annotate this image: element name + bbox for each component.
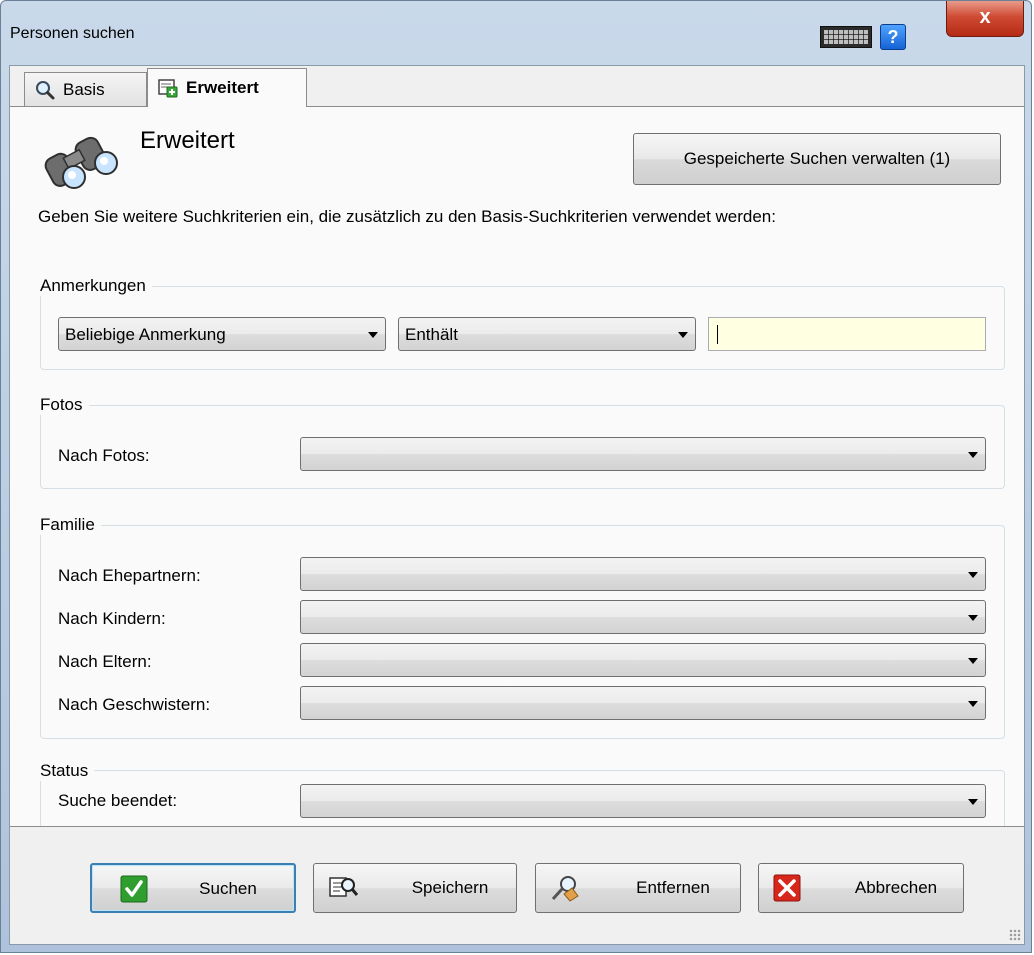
chevron-down-icon xyxy=(678,332,688,338)
tab-basis[interactable]: Basis xyxy=(24,72,147,106)
chevron-down-icon xyxy=(968,572,978,578)
resize-grip[interactable] xyxy=(1009,929,1021,941)
label-nach-geschwistern: Nach Geschwistern: xyxy=(58,695,211,714)
tab-erweitert-label: Erweitert xyxy=(186,78,259,97)
note-type-select[interactable]: Beliebige Anmerkung xyxy=(58,317,386,351)
action-bar: Suchen Speichern Entfernen Abbrechen xyxy=(10,826,1024,944)
label-nach-fotos: Nach Fotos: xyxy=(58,446,150,465)
eraser-icon xyxy=(550,874,579,902)
remove-button[interactable]: Entfernen xyxy=(535,863,741,913)
keyboard-icon[interactable] xyxy=(820,26,872,48)
chevron-down-icon xyxy=(968,701,978,707)
label-suche-beendet: Suche beendet: xyxy=(58,791,178,810)
manage-saved-searches-button[interactable]: Gespeicherte Suchen verwalten (1) xyxy=(633,133,1001,185)
children-select[interactable] xyxy=(300,600,986,634)
erweitert-panel: Erweitert Gespeicherte Suchen verwalten … xyxy=(10,106,1024,826)
cancel-button[interactable]: Abbrechen xyxy=(758,863,964,913)
chevron-down-icon xyxy=(968,452,978,458)
extended-search-icon xyxy=(158,78,178,98)
label-nach-eltern: Nach Eltern: xyxy=(58,652,152,671)
group-title-status: Status xyxy=(40,761,95,781)
chevron-down-icon xyxy=(968,799,978,805)
save-button[interactable]: Speichern xyxy=(313,863,517,913)
check-icon xyxy=(120,875,148,903)
note-text-input[interactable] xyxy=(708,317,986,351)
search-button[interactable]: Suchen xyxy=(90,863,296,913)
magnifier-icon xyxy=(35,80,55,100)
remove-button-label: Entfernen xyxy=(636,878,710,897)
tab-strip: Basis Erweitert xyxy=(10,66,1024,107)
close-button[interactable]: x xyxy=(946,1,1024,37)
chevron-down-icon xyxy=(968,658,978,664)
group-title-familie: Familie xyxy=(40,515,101,535)
note-type-value: Beliebige Anmerkung xyxy=(65,325,226,344)
save-button-label: Speichern xyxy=(411,878,489,897)
operator-value: Enthält xyxy=(405,325,458,344)
title-bar[interactable]: Personen suchen ? x xyxy=(1,1,1031,63)
close-icon: x xyxy=(979,6,991,28)
cancel-button-label: Abbrechen xyxy=(854,878,938,897)
spouses-select[interactable] xyxy=(300,557,986,591)
binoculars-icon xyxy=(36,127,122,193)
chevron-down-icon xyxy=(368,332,378,338)
save-search-icon xyxy=(328,874,359,902)
dialog-window: Personen suchen ? x Basis Erweitert Erwe… xyxy=(0,0,1032,953)
window-title: Personen suchen xyxy=(10,25,135,42)
search-button-label: Suchen xyxy=(199,879,257,898)
cancel-x-icon xyxy=(773,874,801,902)
operator-select[interactable]: Enthält xyxy=(398,317,696,351)
label-nach-ehepartnern: Nach Ehepartnern: xyxy=(58,566,201,585)
siblings-select[interactable] xyxy=(300,686,986,720)
tab-basis-label: Basis xyxy=(63,79,105,99)
description-text: Geben Sie weitere Suchkriterien ein, die… xyxy=(38,207,776,226)
page-title: Erweitert xyxy=(140,127,235,154)
tab-erweitert[interactable]: Erweitert xyxy=(147,68,307,107)
search-finished-select[interactable] xyxy=(300,784,986,818)
dialog-client-area: Basis Erweitert Erweitert Gespeicherte S… xyxy=(9,65,1025,945)
group-title-anmerkungen: Anmerkungen xyxy=(40,276,152,296)
text-caret xyxy=(717,325,718,344)
label-nach-kindern: Nach Kindern: xyxy=(58,609,166,628)
chevron-down-icon xyxy=(968,615,978,621)
photos-select[interactable] xyxy=(300,437,986,471)
help-icon[interactable]: ? xyxy=(880,24,906,50)
group-title-fotos: Fotos xyxy=(40,395,89,415)
parents-select[interactable] xyxy=(300,643,986,677)
